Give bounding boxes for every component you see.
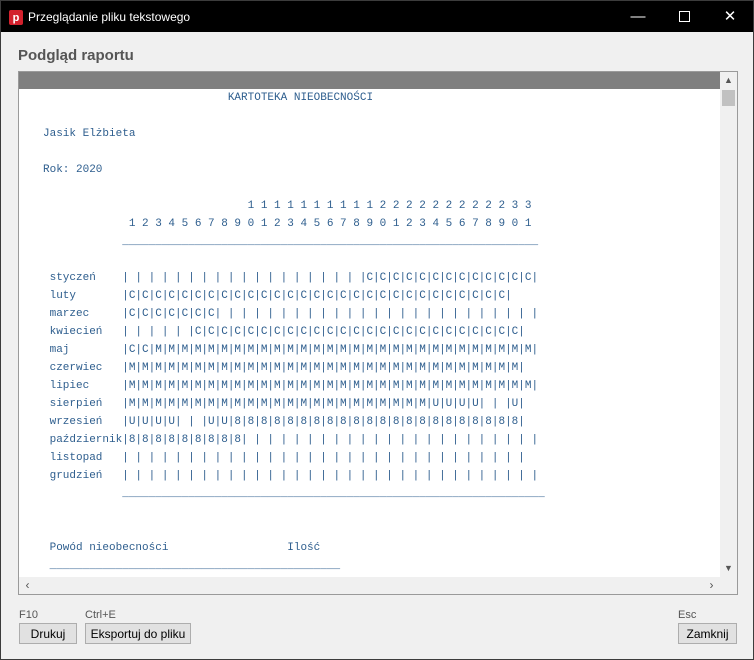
close-shortcut-label: Esc <box>678 609 697 621</box>
export-button[interactable]: Eksportuj do pliku <box>85 623 191 644</box>
scroll-left-icon[interactable]: ‹ <box>19 577 36 594</box>
vertical-scrollbar[interactable]: ▲ ▼ <box>720 72 737 577</box>
page-title: Podgląd raportu <box>18 47 134 64</box>
print-shortcut-label: F10 <box>19 609 38 621</box>
scroll-right-icon[interactable]: › <box>703 577 720 594</box>
print-button[interactable]: Drukuj <box>19 623 77 644</box>
maximize-button[interactable] <box>661 1 707 32</box>
close-window-button[interactable]: ✕ <box>707 1 753 32</box>
app-logo-icon: p <box>9 10 23 25</box>
report-preview-pane[interactable]: KARTOTEKA NIEOBECNOŚCI Jasik Elżbieta Ro… <box>18 71 738 595</box>
preview-header-bar <box>19 72 737 89</box>
maximize-icon <box>678 10 690 22</box>
scroll-down-icon[interactable]: ▼ <box>720 560 737 577</box>
report-content: KARTOTEKA NIEOBECNOŚCI Jasik Elżbieta Ro… <box>43 92 545 572</box>
horizontal-scrollbar[interactable]: ‹ › <box>19 577 720 594</box>
close-button[interactable]: Zamknij <box>678 623 737 644</box>
scroll-up-icon[interactable]: ▲ <box>720 72 737 89</box>
report-viewer-window: p Przeglądanie pliku tekstowego — ✕ Podg… <box>0 0 754 660</box>
scrollbar-corner <box>720 577 737 594</box>
export-shortcut-label: Ctrl+E <box>85 609 116 621</box>
minimize-button[interactable]: — <box>615 1 661 32</box>
title-bar[interactable]: p Przeglądanie pliku tekstowego — ✕ <box>1 1 753 32</box>
report-text-area[interactable]: KARTOTEKA NIEOBECNOŚCI Jasik Elżbieta Ro… <box>43 89 719 575</box>
window-title: Przeglądanie pliku tekstowego <box>28 10 191 24</box>
vertical-scroll-thumb[interactable] <box>722 90 735 106</box>
